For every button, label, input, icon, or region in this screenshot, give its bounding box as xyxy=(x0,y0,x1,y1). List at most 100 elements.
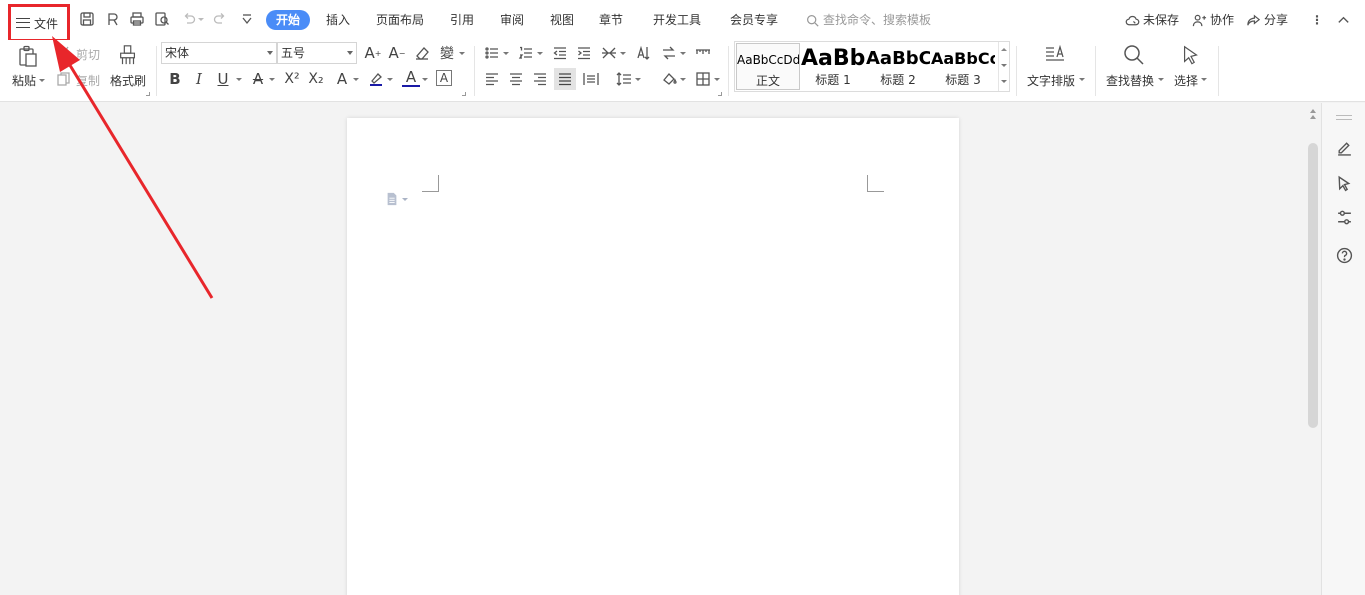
phonetic-guide-icon[interactable]: 變 xyxy=(437,44,457,62)
chevron-down-icon[interactable] xyxy=(353,78,359,81)
style-heading-3[interactable]: AaBbCc 标题 3 xyxy=(931,43,995,90)
line-spacing-icon[interactable] xyxy=(615,70,633,88)
tab-insert[interactable]: 插入 xyxy=(326,10,350,30)
distributed-icon[interactable] xyxy=(582,70,600,88)
format-painter-icon[interactable] xyxy=(116,42,140,68)
document-page[interactable] xyxy=(347,118,959,595)
show-marks-icon[interactable] xyxy=(694,44,712,62)
chevron-down-icon[interactable] xyxy=(1158,78,1164,81)
format-painter-label[interactable]: 格式刷 xyxy=(110,72,146,89)
tab-page-layout[interactable]: 页面布局 xyxy=(376,10,424,30)
cut-label[interactable]: 剪切 xyxy=(76,46,100,63)
customize-quick-access-icon[interactable] xyxy=(238,10,256,28)
more-options-icon[interactable]: ⋮ xyxy=(1311,10,1323,30)
bullet-list-icon[interactable] xyxy=(483,44,501,62)
tab-member[interactable]: 会员专享 xyxy=(730,10,778,30)
align-center-icon[interactable] xyxy=(507,70,525,88)
paste-label[interactable]: 粘贴 xyxy=(12,72,36,89)
share-button[interactable]: 分享 xyxy=(1246,10,1288,30)
font-launcher-icon[interactable] xyxy=(462,92,466,96)
unsaved-status[interactable]: 未保存 xyxy=(1125,10,1179,30)
copy-icon[interactable] xyxy=(56,71,72,87)
chevron-up-icon[interactable] xyxy=(1001,48,1007,51)
align-left-icon[interactable] xyxy=(483,70,501,88)
style-heading-1[interactable]: AaBb 标题 1 xyxy=(801,43,865,90)
vertical-scrollbar[interactable] xyxy=(1306,103,1321,595)
borders-icon[interactable] xyxy=(694,70,712,88)
sort-icon[interactable] xyxy=(660,44,678,62)
undo-dropdown-icon[interactable] xyxy=(198,18,204,21)
tab-developer[interactable]: 开发工具 xyxy=(653,10,701,30)
find-replace-label[interactable]: 查找替换 xyxy=(1106,72,1154,89)
tab-review[interactable]: 审阅 xyxy=(500,10,524,30)
print-icon[interactable] xyxy=(128,10,146,28)
chevron-down-icon[interactable] xyxy=(422,78,428,81)
chevron-down-icon[interactable] xyxy=(387,78,393,81)
chevron-down-icon[interactable] xyxy=(236,78,242,81)
numbered-list-icon[interactable] xyxy=(517,44,535,62)
font-size-select[interactable]: 五号 xyxy=(277,42,357,64)
print-preview-icon[interactable] xyxy=(153,10,171,28)
find-replace-icon[interactable] xyxy=(1121,42,1147,68)
cut-icon[interactable] xyxy=(56,45,72,61)
text-layout-label[interactable]: 文字排版 xyxy=(1027,72,1075,89)
chevron-down-icon[interactable] xyxy=(680,78,686,81)
chevron-down-icon[interactable] xyxy=(503,52,509,55)
document-area[interactable] xyxy=(0,103,1306,595)
chevron-down-icon[interactable] xyxy=(1079,78,1085,81)
command-search[interactable]: 查找命令、搜索模板 xyxy=(806,10,931,30)
select-icon[interactable] xyxy=(1178,42,1204,68)
styles-gallery-scroll[interactable] xyxy=(998,42,1009,91)
char-border-icon[interactable]: A xyxy=(436,70,452,86)
help-icon[interactable] xyxy=(1334,245,1354,265)
highlight-icon[interactable] xyxy=(367,70,385,88)
undo-icon[interactable] xyxy=(180,10,198,28)
tab-references[interactable]: 引用 xyxy=(450,10,474,30)
copy-label[interactable]: 复制 xyxy=(76,72,100,89)
text-direction-icon[interactable] xyxy=(634,44,652,62)
underline-icon[interactable]: U xyxy=(214,70,232,88)
strikethrough-icon[interactable]: A xyxy=(249,70,267,88)
chevron-down-icon[interactable] xyxy=(459,52,465,55)
select-pointer-icon[interactable] xyxy=(1334,173,1354,193)
text-layout-icon[interactable] xyxy=(1042,42,1068,68)
adjust-settings-icon[interactable] xyxy=(1334,207,1354,227)
chevron-down-icon[interactable] xyxy=(714,78,720,81)
tab-section[interactable]: 章节 xyxy=(599,10,623,30)
file-menu-button[interactable]: 文件 xyxy=(8,4,70,42)
paste-dropdown-icon[interactable] xyxy=(39,79,45,82)
grow-font-icon[interactable]: A + xyxy=(364,44,382,62)
collapse-ribbon-icon[interactable] xyxy=(1336,10,1351,30)
edit-pen-icon[interactable] xyxy=(1334,137,1354,157)
font-name-select[interactable]: 宋体 xyxy=(161,42,277,64)
expand-gallery-icon[interactable] xyxy=(1001,80,1007,83)
increase-indent-icon[interactable] xyxy=(575,44,593,62)
align-right-icon[interactable] xyxy=(531,70,549,88)
justify-icon[interactable] xyxy=(554,68,576,90)
chevron-down-icon[interactable] xyxy=(635,78,641,81)
clear-format-icon[interactable] xyxy=(413,44,431,62)
chinese-layout-icon[interactable] xyxy=(600,44,618,62)
chevron-down-icon[interactable] xyxy=(1201,78,1207,81)
paragraph-handle[interactable] xyxy=(385,192,408,206)
collaborate-button[interactable]: 协作 xyxy=(1192,10,1234,30)
scroll-up-icon[interactable] xyxy=(1310,115,1316,119)
style-heading-2[interactable]: AaBbC 标题 2 xyxy=(866,43,930,90)
redo-icon[interactable] xyxy=(211,10,229,28)
chevron-down-icon[interactable] xyxy=(537,52,543,55)
chevron-down-icon[interactable] xyxy=(680,52,686,55)
chevron-down-icon[interactable] xyxy=(620,52,626,55)
chevron-down-icon[interactable] xyxy=(1001,64,1007,67)
style-normal[interactable]: AaBbCcDd 正文 xyxy=(736,43,800,90)
shrink-font-icon[interactable]: A − xyxy=(388,44,406,62)
paste-icon[interactable] xyxy=(14,42,42,70)
font-color-icon[interactable]: A xyxy=(402,68,420,87)
bold-icon[interactable]: B xyxy=(166,70,184,88)
chevron-down-icon[interactable] xyxy=(269,78,275,81)
clipboard-launcher-icon[interactable] xyxy=(146,92,150,96)
subscript-icon[interactable]: X₂ xyxy=(307,70,325,88)
paragraph-launcher-icon[interactable] xyxy=(718,92,722,96)
text-effect-icon[interactable]: A xyxy=(333,70,351,88)
tab-home[interactable]: 开始 xyxy=(266,10,311,30)
select-label[interactable]: 选择 xyxy=(1174,72,1198,89)
